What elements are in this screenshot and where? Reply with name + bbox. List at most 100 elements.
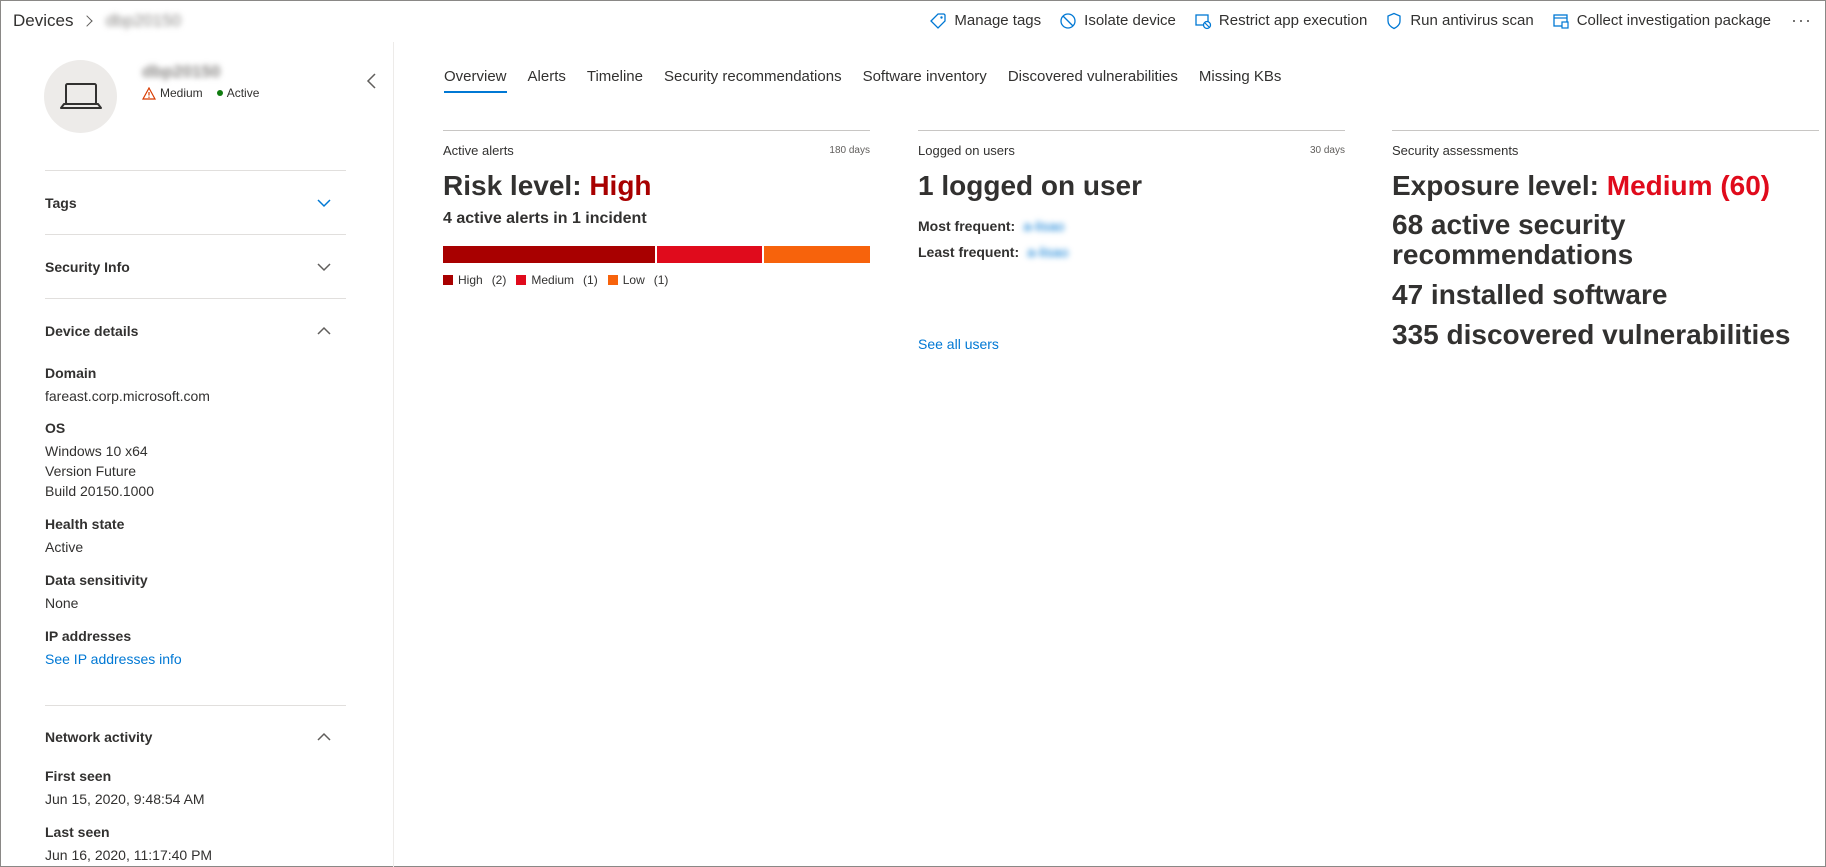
shield-icon [1387,12,1401,29]
device-details-heading: Device details [45,323,139,339]
risk-label: Medium [160,86,203,100]
antivirus-scan-label: Run antivirus scan [1410,12,1534,29]
breadcrumb: Devices dbp20150 [13,11,181,31]
isolate-device-button[interactable]: Isolate device [1059,12,1176,30]
legend-item-high: High (2) [443,273,506,287]
legend-count: (2) [491,273,507,287]
severity-segment-medium[interactable] [656,246,763,263]
active-alerts-card: Active alerts 180 days Risk level: High … [443,130,870,287]
severity-segment-low[interactable] [764,246,870,263]
action-toolbar: Manage tags Isolate device Restrict app … [929,10,1812,31]
installed-software-count[interactable]: 47 installed software [1392,280,1819,310]
legend-label: High [458,273,483,287]
active-alerts-range: 180 days [829,145,870,156]
risk-level-headline: Risk level: High [443,170,870,202]
tags-section: Tags [45,170,346,235]
os-label: OS [45,420,66,436]
tab-overview[interactable]: Overview [444,62,507,93]
os-line-3: Build 20150.1000 [45,483,154,499]
device-details-section: Device details Domain fareast.corp.micro… [45,298,346,669]
legend-item-medium: Medium (1) [516,273,598,287]
alert-severity-bar[interactable] [443,246,870,263]
ip-addresses-link[interactable]: See IP addresses info [45,649,346,669]
security-info-heading: Security Info [45,259,130,275]
risk-badge: Medium [142,86,203,100]
restrict-app-button[interactable]: Restrict app execution [1194,12,1367,30]
alert-severity-legend: High (2) Medium (1) Low (1) [443,273,870,287]
exposure-level-prefix: Exposure level: [1392,170,1607,201]
domain-label: Domain [45,365,97,381]
tab-software-inventory[interactable]: Software inventory [863,62,987,93]
manage-tags-button[interactable]: Manage tags [929,12,1041,30]
device-name: dbp20150 [142,62,221,81]
restrict-app-icon [1195,13,1212,29]
network-activity-header[interactable]: Network activity [45,706,346,768]
laptop-icon [59,82,102,109]
legend-swatch-icon [443,275,453,285]
more-actions-icon[interactable]: ··· [1791,10,1812,31]
antivirus-scan-button[interactable]: Run antivirus scan [1385,12,1534,30]
device-side-panel: dbp20150 Medium Active Tags Security Inf… [0,42,394,867]
security-info-section: Security Info [45,234,346,299]
data-sensitivity-value: None [45,595,79,611]
breadcrumb-devices-link[interactable]: Devices [13,11,73,31]
device-details-header[interactable]: Device details [45,299,346,363]
network-activity-section: Network activity First seen Jun 15, 2020… [45,705,346,865]
health-badge: Active [216,86,259,100]
collect-package-label: Collect investigation package [1576,12,1772,29]
health-state-value: Active [45,539,84,555]
discovered-vulnerabilities-count[interactable]: 335 discovered vulnerabilities [1392,320,1819,350]
security-recommendations-count[interactable]: 68 active security recommendations [1392,210,1819,270]
least-frequent-user-link[interactable]: a-lisao [1027,244,1068,260]
least-frequent-row: Least frequent: a-lisao [918,244,1345,260]
tab-missing-kbs[interactable]: Missing KBs [1199,62,1282,93]
tab-alerts[interactable]: Alerts [528,62,566,93]
legend-label: Low [622,273,645,287]
top-bar: Devices dbp20150 Manage tags Isolate dev… [0,0,1826,42]
network-activity-heading: Network activity [45,729,153,745]
os-line-2: Version Future [45,463,137,479]
least-frequent-label: Least frequent: [918,244,1020,260]
first-seen-value: Jun 15, 2020, 9:48:54 AM [45,791,205,807]
severity-segment-high[interactable] [443,246,655,263]
device-status: Medium Active [142,86,259,100]
tab-discovered-vulnerabilities[interactable]: Discovered vulnerabilities [1008,62,1178,93]
most-frequent-label: Most frequent: [918,218,1016,234]
tab-timeline[interactable]: Timeline [587,62,643,93]
most-frequent-user-link[interactable]: a-lisao [1023,218,1064,234]
chevron-up-icon [317,732,331,741]
collect-package-button[interactable]: Collect investigation package [1552,12,1771,30]
os-line-1: Windows 10 x64 [45,443,148,459]
status-dot-icon [216,90,223,96]
legend-count: (1) [583,273,598,287]
data-sensitivity-label: Data sensitivity [45,572,148,588]
tab-security-recommendations[interactable]: Security recommendations [664,62,842,93]
security-info-header[interactable]: Security Info [45,235,346,299]
last-seen-value: Jun 16, 2020, 11:17:40 PM [45,847,213,863]
most-frequent-row: Most frequent: a-lisao [918,218,1345,234]
health-state-label: Health state [45,516,125,532]
chevron-down-icon [317,199,331,208]
active-alerts-title: Active alerts [443,143,514,158]
legend-label: Medium [531,273,575,287]
risk-level-prefix: Risk level: [443,170,590,201]
tags-section-header[interactable]: Tags [45,171,346,235]
last-seen-label: Last seen [45,824,110,840]
block-icon [1060,12,1076,29]
exposure-level-value: Medium (60) [1606,170,1771,201]
chevron-down-icon [317,263,331,272]
legend-swatch-icon [516,275,527,285]
security-assessments-title: Security assessments [1392,143,1519,158]
warning-icon [142,86,156,100]
exposure-level-headline: Exposure level: Medium (60) [1392,170,1819,202]
first-seen-label: First seen [45,768,112,784]
logged-on-users-headline: 1 logged on user [918,170,1143,201]
tag-icon [930,12,947,29]
ip-addresses-label: IP addresses [45,628,132,644]
tags-heading: Tags [45,195,77,211]
see-all-users-link[interactable]: See all users [918,336,1345,352]
chevron-up-icon [317,326,331,335]
restrict-app-label: Restrict app execution [1218,12,1368,29]
collapse-panel-icon[interactable] [363,72,381,90]
isolate-device-label: Isolate device [1084,12,1176,29]
